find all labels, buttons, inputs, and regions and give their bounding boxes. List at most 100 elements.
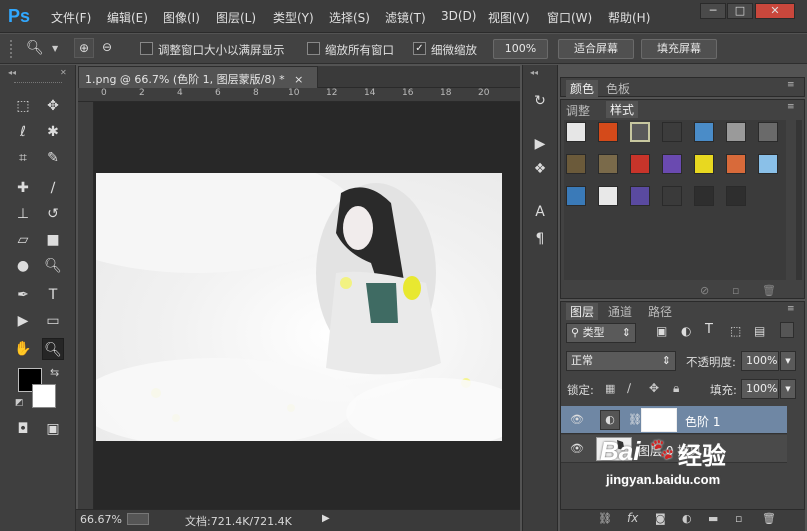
filter-adjustment-icon[interactable]: ◐ <box>681 324 691 338</box>
document-image[interactable] <box>96 173 502 441</box>
chevron-down-icon[interactable]: ▼ <box>52 44 58 53</box>
screen-mode-icon[interactable]: ▣ <box>42 418 64 440</box>
status-icon[interactable] <box>127 513 149 525</box>
menu-3d[interactable]: 3D(D) <box>441 9 476 23</box>
style-swatch[interactable] <box>694 154 714 174</box>
filter-pixel-icon[interactable]: ▣ <box>656 324 667 338</box>
layer-filter-select[interactable]: ⚲ 类型 ⇕ <box>566 323 636 343</box>
zoom-all-checkbox[interactable] <box>307 42 320 55</box>
tab-channels[interactable]: 通道 <box>608 303 632 320</box>
minimize-button[interactable]: ─ <box>700 3 726 19</box>
path-selection-tool-icon[interactable]: ▶ <box>12 310 34 332</box>
close-button[interactable]: ✕ <box>755 3 795 19</box>
link-icon[interactable]: ⛓︎ <box>628 413 642 426</box>
menu-image[interactable]: 图像(I) <box>163 9 200 26</box>
quick-mask-icon[interactable]: ◘ <box>12 418 34 440</box>
expand-panels-icon[interactable]: ◂◂ <box>530 68 538 77</box>
opacity-input[interactable]: 100% <box>741 351 779 371</box>
eyedropper-tool-icon[interactable]: ✎ <box>42 147 64 169</box>
close-panel-icon[interactable]: ✕ <box>60 68 67 77</box>
actions-panel-icon[interactable]: ▶ <box>529 133 551 155</box>
zoom-100-button[interactable]: 100% <box>493 39 548 59</box>
dodge-tool-icon[interactable]: 🔍︎ <box>42 255 64 277</box>
lock-image-icon[interactable]: ∕ <box>627 381 631 395</box>
style-swatch[interactable] <box>566 186 586 206</box>
magic-wand-tool-icon[interactable]: ✱ <box>42 121 64 143</box>
style-swatch[interactable] <box>566 122 586 142</box>
background-color-swatch[interactable] <box>32 384 56 408</box>
clone-stamp-tool-icon[interactable]: ⊥ <box>12 203 34 225</box>
layer-mask-thumbnail[interactable] <box>641 408 677 432</box>
restore-button[interactable]: □ <box>727 3 753 19</box>
style-swatch[interactable] <box>758 154 778 174</box>
blur-tool-icon[interactable]: ● <box>12 255 34 277</box>
default-colors-icon[interactable]: ◩ <box>15 398 24 408</box>
marquee-tool-icon[interactable]: ⬚ <box>12 95 34 117</box>
collapse-icon[interactable]: ◂◂ <box>8 68 16 77</box>
blend-mode-select[interactable]: 正常 ⇕ <box>566 351 676 371</box>
menu-view[interactable]: 视图(V) <box>488 9 530 26</box>
history-brush-tool-icon[interactable]: ↺ <box>42 203 64 225</box>
tab-layers[interactable]: 图层 <box>566 303 599 320</box>
paragraph-panel-icon[interactable]: ¶ <box>529 228 551 250</box>
document-tab[interactable]: 1.png @ 66.7% (色阶 1, 图层蒙版/8) * × <box>78 66 318 88</box>
zoom-in-icon[interactable]: ⊕ <box>74 38 94 58</box>
zoom-tool-icon[interactable]: 🔍︎ <box>42 338 64 360</box>
menu-type[interactable]: 类型(Y) <box>273 9 314 26</box>
fill-dropdown-icon[interactable]: ▼ <box>780 379 796 399</box>
clear-style-icon[interactable]: ⊘ <box>700 284 709 297</box>
style-swatch[interactable] <box>662 186 682 206</box>
history-panel-icon[interactable]: ↻ <box>529 90 551 112</box>
style-swatch[interactable] <box>566 154 586 174</box>
tab-color[interactable]: 颜色 <box>566 80 599 97</box>
layers-menu-icon[interactable]: ≡ <box>787 304 795 314</box>
zoom-level[interactable]: 66.67% <box>80 513 122 526</box>
shape-tool-icon[interactable]: ▭ <box>42 310 64 332</box>
tab-adjustments[interactable]: 调整 <box>566 102 590 119</box>
fill-screen-button[interactable]: 填充屏幕 <box>641 39 717 59</box>
delete-style-icon[interactable]: 🗑︎ <box>762 284 776 297</box>
document-tab-close-icon[interactable]: × <box>294 73 303 86</box>
style-swatch[interactable] <box>662 154 682 174</box>
lock-all-icon[interactable]: 🔒︎ <box>673 381 679 396</box>
character-panel-icon[interactable]: A <box>529 201 551 223</box>
style-swatch[interactable] <box>726 186 746 206</box>
style-swatch[interactable] <box>758 122 778 142</box>
status-menu-arrow-icon[interactable]: ▶ <box>322 513 330 524</box>
menu-window[interactable]: 窗口(W) <box>547 9 592 26</box>
3d-panel-icon[interactable]: ❖ <box>529 158 551 180</box>
eye-icon[interactable]: 👁︎ <box>570 442 584 456</box>
fit-screen-button[interactable]: 适合屏幕 <box>558 39 634 59</box>
tab-styles[interactable]: 样式 <box>606 101 639 118</box>
resize-windows-checkbox[interactable] <box>140 42 153 55</box>
style-swatch[interactable] <box>662 122 682 142</box>
style-swatch[interactable] <box>598 122 618 142</box>
filter-type-icon[interactable]: T <box>705 322 713 337</box>
filter-smart-object-icon[interactable]: ▤ <box>754 324 765 338</box>
eye-icon[interactable]: 👁︎ <box>570 413 584 427</box>
tab-paths[interactable]: 路径 <box>648 303 672 320</box>
opacity-dropdown-icon[interactable]: ▼ <box>780 351 796 371</box>
menu-layer[interactable]: 图层(L) <box>216 9 256 26</box>
style-swatch[interactable] <box>598 186 618 206</box>
brush-tool-icon[interactable]: ∕ <box>42 177 64 199</box>
menu-help[interactable]: 帮助(H) <box>608 9 650 26</box>
type-tool-icon[interactable]: T <box>42 284 64 306</box>
style-swatch[interactable] <box>694 122 714 142</box>
menu-edit[interactable]: 编辑(E) <box>107 9 148 26</box>
filter-toggle[interactable] <box>780 322 794 338</box>
style-swatch[interactable] <box>726 154 746 174</box>
new-style-icon[interactable]: ▫ <box>732 284 739 297</box>
move-tool-icon[interactable]: ✥ <box>42 95 64 117</box>
crop-tool-icon[interactable]: ⌗ <box>12 147 34 169</box>
style-swatch[interactable] <box>630 122 650 142</box>
hand-tool-icon[interactable]: ✋ <box>12 338 34 360</box>
menu-select[interactable]: 选择(S) <box>329 9 370 26</box>
healing-brush-tool-icon[interactable]: ✚ <box>12 177 34 199</box>
tab-swatches[interactable]: 色板 <box>606 80 630 97</box>
zoom-tool-preset-icon[interactable]: 🔍︎ <box>26 40 44 56</box>
styles-scrollbar[interactable] <box>796 120 802 280</box>
style-swatch[interactable] <box>630 186 650 206</box>
lasso-tool-icon[interactable]: ℓ <box>12 121 34 143</box>
style-swatch[interactable] <box>726 122 746 142</box>
